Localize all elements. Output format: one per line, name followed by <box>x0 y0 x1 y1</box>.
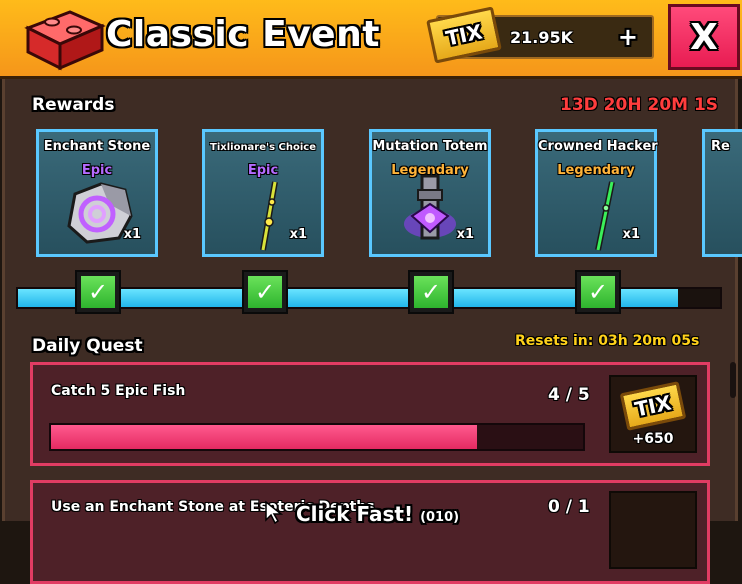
reward-claimed-check-4: ✓ <box>575 270 621 314</box>
reward-rarity: Legendary <box>391 163 469 178</box>
event-header: Classic Event 21.95K + TIX X <box>0 0 742 79</box>
reward-name: Crowned Hacker <box>538 139 658 154</box>
rewards-heading: Rewards <box>32 95 115 115</box>
reward-card-tixlionares-choice[interactable]: Tixlionare's Choice Epic x1 <box>202 129 324 257</box>
hint-counter: (010) <box>420 510 460 525</box>
quest-reward <box>609 491 697 569</box>
scrollbar-thumb[interactable] <box>730 362 736 398</box>
brick-logo-icon <box>24 10 106 71</box>
event-timer: 13D 20H 20M 1S <box>560 95 719 115</box>
reward-quantity: x1 <box>456 227 474 242</box>
quest-reset-timer: Resets in: 03h 20m 05s <box>515 333 700 349</box>
reward-rarity: Epic <box>81 163 113 178</box>
reward-claimed-check-1: ✓ <box>75 270 121 314</box>
reward-quantity: x1 <box>622 227 640 242</box>
reward-name: Enchant Stone <box>43 139 151 154</box>
reward-card-partial[interactable]: Re <box>702 129 742 257</box>
quest-reward-amount: +650 <box>632 431 674 447</box>
reward-card-mutation-totem[interactable]: Mutation Totem Legendary x1 <box>369 129 491 257</box>
close-button[interactable]: X <box>668 4 740 70</box>
quest-progress-fill <box>51 425 477 449</box>
tix-ticket-label: TIX <box>632 390 674 422</box>
add-currency-button[interactable]: + <box>618 23 638 51</box>
quest-card: Catch 5 Epic Fish 4 / 5 TIX +650 <box>30 362 710 466</box>
mouse-cursor-icon <box>265 500 284 524</box>
reward-name: Tixlionare's Choice <box>210 142 316 153</box>
daily-quest-heading: Daily Quest <box>32 336 143 356</box>
close-label: X <box>690 16 718 58</box>
currency-amount: 21.95K <box>510 28 574 47</box>
quest-name: Catch 5 Epic Fish <box>51 383 186 399</box>
checkmark-icon: ✓ <box>587 278 609 306</box>
checkmark-icon: ✓ <box>87 278 109 306</box>
quest-progress-bar <box>49 423 585 451</box>
reward-name: Mutation Totem <box>372 139 488 154</box>
reward-quantity: x1 <box>123 227 141 242</box>
quest-card: Use an Enchant Stone at Esoteric Depths … <box>30 480 710 584</box>
quest-progress-count: 4 / 5 <box>548 385 590 405</box>
reward-claimed-check-3: ✓ <box>408 270 454 314</box>
reward-rarity: Epic <box>247 163 279 178</box>
quest-progress-count: 0 / 1 <box>548 497 590 517</box>
checkmark-icon: ✓ <box>420 278 442 306</box>
quest-reward: TIX +650 <box>609 375 697 453</box>
reward-name: Re <box>711 139 730 154</box>
tix-ticket-label: TIX <box>443 19 485 51</box>
reward-card-crowned-hacker[interactable]: Crowned Hacker Legendary x1 <box>535 129 658 257</box>
reward-card-enchant-stone[interactable]: Enchant Stone Epic x1 <box>36 129 158 257</box>
reward-claimed-check-2: ✓ <box>242 270 288 314</box>
hint-text: Click Fast! <box>296 502 414 526</box>
tix-ticket-icon: TIX <box>619 381 687 431</box>
click-fast-hint: Click Fast! (010) <box>296 502 459 526</box>
checkmark-icon: ✓ <box>254 278 276 306</box>
reward-quantity: x1 <box>289 227 307 242</box>
page-title: Classic Event <box>106 14 380 55</box>
reward-rarity: Legendary <box>557 163 635 178</box>
